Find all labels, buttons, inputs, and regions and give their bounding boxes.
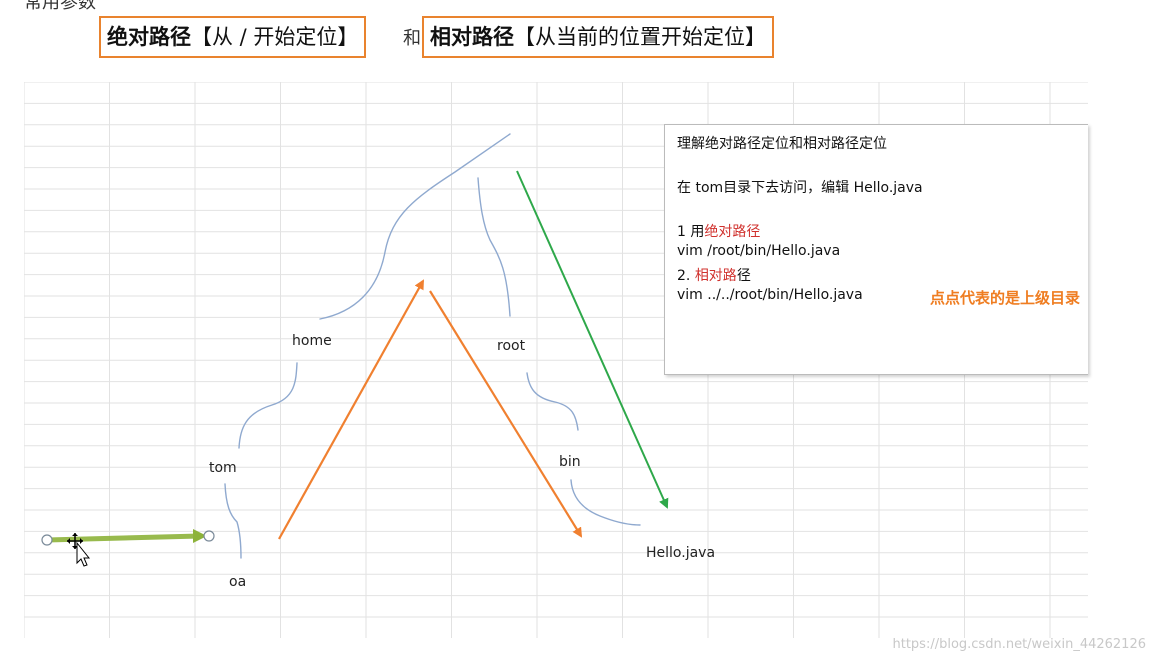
absolute-path-highlight: 绝对路径 [704, 224, 761, 240]
watermark: https://blog.csdn.net/weixin_44262126 [892, 637, 1146, 652]
tom-to-oa-brace [224, 483, 242, 559]
node-tom: tom [209, 460, 237, 476]
node-oa: oa [229, 574, 247, 590]
cursor-arrow-shape [41, 529, 215, 546]
home-to-tom-brace [238, 362, 298, 449]
orange-up-arrow [278, 279, 424, 540]
note-item-2: 2. 相对路径 [677, 268, 751, 284]
green-arrow [516, 170, 669, 509]
orange-down-arrow [429, 290, 583, 538]
note-relative-command: vim ../../root/bin/Hello.java [677, 287, 863, 303]
node-hello-java: Hello.java [646, 545, 716, 561]
note-title: 理解绝对路径定位和相对路径定位 [677, 136, 887, 152]
note-item-1: 1 用绝对路径 [677, 224, 761, 240]
root-to-root-brace [477, 177, 511, 317]
node-bin: bin [559, 454, 581, 470]
note-absolute-command: vim /root/bin/Hello.java [677, 243, 841, 259]
root-to-bin-brace [526, 372, 579, 431]
root-to-home-brace [319, 133, 511, 320]
bin-to-hello-brace [570, 479, 641, 526]
node-home: home [292, 333, 332, 349]
dots-explanation: 点点代表的是上级目录 [930, 289, 1081, 307]
note-task: 在 tom目录下去访问，编辑 Hello.java [677, 180, 923, 196]
node-root: root [497, 338, 526, 354]
explanation-note: 理解绝对路径定位和相对路径定位 在 tom目录下去访问，编辑 Hello.jav… [664, 124, 1088, 375]
relative-path-highlight: 相对路 [694, 268, 737, 284]
